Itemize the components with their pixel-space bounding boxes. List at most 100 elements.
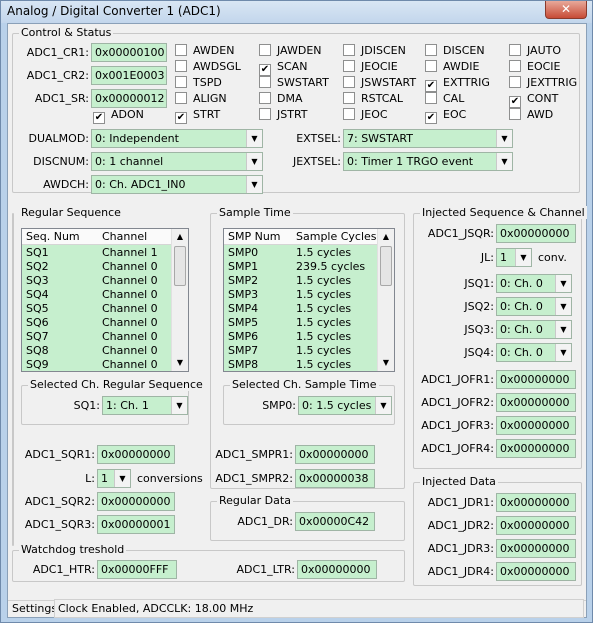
l-select[interactable]: 1 ▼ (97, 469, 131, 488)
list-item[interactable]: SQ9 Channel 0 (22, 358, 171, 371)
jdr-field[interactable]: 0x00000000 (496, 493, 576, 512)
dr-field[interactable]: 0x00000C42 (295, 512, 375, 531)
sq1-select[interactable]: 1: Ch. 1 ▼ (102, 396, 188, 415)
cell-value: Channel 0 (102, 274, 158, 287)
jdr-field[interactable]: 0x00000000 (496, 516, 576, 535)
adc-cr1-field[interactable]: 0x00000100 (91, 43, 167, 62)
sqr2-field[interactable]: 0x00000000 (97, 492, 175, 511)
list-item[interactable]: SQ4 Channel 0 (22, 288, 171, 302)
regular-sequence-list[interactable]: Seq. Num Channel SQ1 Channel 1 SQ2 Channel … (21, 228, 189, 372)
dualmod-select[interactable]: 0: Independent ▼ (91, 129, 263, 148)
checkbox-jawden[interactable]: JAWDEN (259, 44, 322, 58)
smpr2-label: ADC1_SMPR2: (215, 472, 293, 485)
jofr-field[interactable]: 0x00000000 (496, 416, 576, 435)
checkbox-align[interactable]: ALIGN (175, 92, 227, 106)
list-item[interactable]: SMP1 239.5 cycles (224, 260, 377, 274)
checkbox-jeoc[interactable]: JEOC (343, 108, 388, 122)
sample-time-list[interactable]: SMP Num Sample Cycles SMP0 1.5 cycles SMP1… (223, 228, 395, 372)
adc-sr-field[interactable]: 0x00000012 (91, 89, 167, 108)
list-item[interactable]: SQ5 Channel 0 (22, 302, 171, 316)
jofr-field[interactable]: 0x00000000 (496, 393, 576, 412)
scroll-up-icon[interactable]: ▲ (378, 229, 394, 245)
list-item[interactable]: SQ2 Channel 0 (22, 260, 171, 274)
smp0-select[interactable]: 0: 1.5 cycles ▼ (298, 396, 392, 415)
chevron-down-icon: ▼ (555, 275, 571, 292)
list-item[interactable]: SQ7 Channel 0 (22, 330, 171, 344)
header-seq-num[interactable]: Seq. Num (26, 230, 80, 243)
scroll-up-icon[interactable]: ▲ (172, 229, 188, 245)
list-item[interactable]: SMP2 1.5 cycles (224, 274, 377, 288)
list-item[interactable]: SMP8 1.5 cycles (224, 358, 377, 371)
extsel-value: 7: SWSTART (347, 132, 413, 145)
header-sample-cycles[interactable]: Sample Cycles (296, 230, 377, 243)
list-item[interactable]: SQ6 Channel 0 (22, 316, 171, 330)
scroll-down-icon[interactable]: ▼ (378, 355, 394, 371)
checkbox-discen[interactable]: DISCEN (425, 44, 485, 58)
list-item[interactable]: SQ8 Channel 0 (22, 344, 171, 358)
checkbox-awdie[interactable]: AWDIE (425, 60, 479, 74)
close-button[interactable]: ✕ (545, 1, 587, 19)
jl-select[interactable]: 1 ▼ (496, 248, 532, 267)
checkbox-eoc[interactable]: ✔ EOC (425, 108, 466, 124)
checkbox-cont[interactable]: ✔ CONT (509, 92, 558, 108)
header-channel[interactable]: Channel (102, 230, 147, 243)
ltr-field[interactable]: 0x00000000 (297, 560, 377, 579)
list-item[interactable]: SMP7 1.5 cycles (224, 344, 377, 358)
smpr1-field[interactable]: 0x00000000 (295, 445, 375, 464)
jdr-label: ADC1_JDR1: (427, 496, 494, 509)
checkbox-rstcal[interactable]: RSTCAL (343, 92, 403, 106)
list-item[interactable]: SMP4 1.5 cycles (224, 302, 377, 316)
checkbox-awden[interactable]: AWDEN (175, 44, 234, 58)
checkbox-jdiscen[interactable]: JDISCEN (343, 44, 406, 58)
cell-value: 1.5 cycles (296, 288, 352, 301)
checkbox-swstart[interactable]: SWSTART (259, 76, 329, 90)
scrollbar[interactable]: ▲ ▼ (377, 229, 394, 371)
list-item[interactable]: SMP6 1.5 cycles (224, 330, 377, 344)
checkbox-tspd[interactable]: TSPD (175, 76, 222, 90)
list-item[interactable]: SMP0 1.5 cycles (224, 246, 377, 260)
checkbox-jexttrig[interactable]: JEXTTRIG (509, 76, 577, 90)
list-item[interactable]: SMP5 1.5 cycles (224, 316, 377, 330)
jofr-field[interactable]: 0x00000000 (496, 439, 576, 458)
checkbox-jstrt[interactable]: JSTRT (259, 108, 308, 122)
jdr-field[interactable]: 0x00000000 (496, 562, 576, 581)
checkbox-awd[interactable]: AWD (509, 108, 553, 122)
checkbox-cal[interactable]: CAL (425, 92, 464, 106)
checkbox-exttrig[interactable]: ✔ EXTTRIG (425, 76, 490, 92)
checkbox-dma[interactable]: DMA (259, 92, 303, 106)
checkbox-scan[interactable]: ✔ SCAN (259, 60, 307, 76)
scrollbar[interactable]: ▲ ▼ (171, 229, 188, 371)
list-item[interactable]: SQ1 Channel 1 (22, 246, 171, 260)
scroll-thumb[interactable] (380, 246, 392, 286)
checkbox-jswstart[interactable]: JSWSTART (343, 76, 416, 90)
jsq-select[interactable]: 0: Ch. 0 ▼ (496, 274, 572, 293)
sqr3-field[interactable]: 0x00000001 (97, 515, 175, 534)
jofr-field[interactable]: 0x00000000 (496, 370, 576, 389)
jdr-field[interactable]: 0x00000000 (496, 539, 576, 558)
discnum-select[interactable]: 0: 1 channel ▼ (91, 152, 263, 171)
htr-field[interactable]: 0x00000FFF (97, 560, 177, 579)
list-item[interactable]: SMP3 1.5 cycles (224, 288, 377, 302)
extsel-select[interactable]: 7: SWSTART ▼ (343, 129, 513, 148)
jsq-select[interactable]: 0: Ch. 0 ▼ (496, 297, 572, 316)
scroll-thumb[interactable] (174, 246, 186, 286)
checkbox-jeocie[interactable]: JEOCIE (343, 60, 398, 74)
jsq-select[interactable]: 0: Ch. 0 ▼ (496, 320, 572, 339)
sqr1-field[interactable]: 0x00000000 (97, 445, 175, 464)
checkbox-label: TSPD (193, 76, 222, 89)
checkbox-adon[interactable]: ✔ ADON (93, 108, 144, 124)
header-smp-num[interactable]: SMP Num (228, 230, 281, 243)
awdch-select[interactable]: 0: Ch. ADC1_IN0 ▼ (91, 175, 263, 194)
list-item[interactable]: SQ3 Channel 0 (22, 274, 171, 288)
jsq-select[interactable]: 0: Ch. 0 ▼ (496, 343, 572, 362)
scroll-down-icon[interactable]: ▼ (172, 355, 188, 371)
cell-value: Channel 0 (102, 330, 158, 343)
jsqr-field[interactable]: 0x00000000 (496, 224, 576, 243)
checkbox-eocie[interactable]: EOCIE (509, 60, 560, 74)
adc-cr2-field[interactable]: 0x001E0003 (91, 66, 167, 85)
smpr2-field[interactable]: 0x00000038 (295, 469, 375, 488)
checkbox-awdsgl[interactable]: AWDSGL (175, 60, 241, 74)
jextsel-select[interactable]: 0: Timer 1 TRGO event ▼ (343, 152, 513, 171)
checkbox-strt[interactable]: ✔ STRT (175, 108, 220, 124)
checkbox-jauto[interactable]: JAUTO (509, 44, 561, 58)
